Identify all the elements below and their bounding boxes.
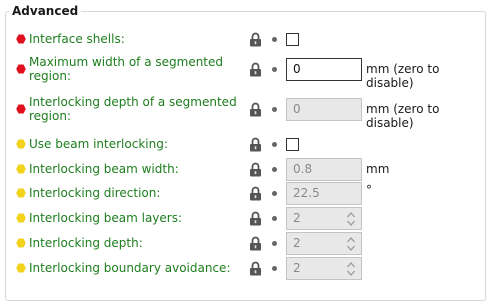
lock-icon[interactable] — [249, 211, 262, 226]
spin-input[interactable]: 2 — [286, 257, 362, 280]
reset-dot-icon[interactable] — [272, 67, 277, 72]
yellow-hexagon-icon — [16, 139, 26, 149]
reset-dot-icon[interactable] — [272, 142, 277, 147]
unit-label: mm (zero to disable) — [366, 62, 440, 90]
yellow-hexagon-icon — [16, 213, 26, 223]
reset-dot-icon[interactable] — [272, 107, 277, 112]
yellow-hexagon-icon — [16, 263, 26, 273]
spin-input[interactable]: 2 — [286, 232, 362, 255]
lock-icon[interactable] — [249, 137, 262, 152]
checkbox[interactable] — [286, 138, 299, 151]
setting-label: Interlocking direction: — [29, 186, 161, 200]
value-input[interactable]: 22.5 — [286, 182, 362, 205]
field-value: 2 — [293, 236, 301, 250]
field-value: 2 — [293, 261, 301, 275]
field-value: 22.5 — [293, 186, 320, 200]
setting-row: Interlocking boundary avoidance: 2 — [0, 256, 489, 282]
value-input[interactable]: 0 — [286, 98, 362, 121]
red-hexagon-icon — [16, 64, 26, 74]
setting-row: Interface shells: — [0, 27, 489, 53]
setting-row: Interlocking depth: 2 — [0, 231, 489, 257]
setting-row: Interlocking beam layers: 2 — [0, 206, 489, 232]
setting-label: Interlocking depth of a segmented region… — [29, 95, 237, 123]
yellow-hexagon-icon — [16, 238, 26, 248]
unit-label: ° — [366, 183, 372, 197]
reset-dot-icon[interactable] — [272, 191, 277, 196]
lock-icon[interactable] — [249, 102, 262, 117]
reset-dot-icon[interactable] — [272, 167, 277, 172]
reset-dot-icon[interactable] — [272, 37, 277, 42]
setting-row: Interlocking direction: 22.5 ° — [0, 181, 489, 207]
red-hexagon-icon — [16, 34, 26, 44]
lock-icon[interactable] — [249, 261, 262, 276]
field-value: 0 — [293, 102, 301, 116]
setting-label: Interlocking boundary avoidance: — [29, 261, 231, 275]
setting-label: Interlocking beam width: — [29, 162, 179, 176]
unit-label: mm — [366, 162, 390, 176]
setting-label: Interlocking depth: — [29, 236, 143, 250]
value-input[interactable]: 0.8 — [286, 158, 362, 181]
red-hexagon-icon — [16, 104, 26, 114]
setting-row: Interlocking beam width: 0.8 mm — [0, 157, 489, 183]
setting-label: Interlocking beam layers: — [29, 211, 183, 225]
reset-dot-icon[interactable] — [272, 216, 277, 221]
group-title: Advanced — [9, 4, 82, 18]
reset-dot-icon[interactable] — [272, 266, 277, 271]
lock-icon[interactable] — [249, 186, 262, 201]
value-input[interactable]: 0 — [286, 58, 362, 81]
lock-icon[interactable] — [249, 236, 262, 251]
setting-row: Interlocking depth of a segmented region… — [0, 95, 489, 130]
field-value: 2 — [293, 211, 301, 225]
setting-label: Maximum width of a segmented region: — [29, 55, 224, 83]
spin-arrows-icon[interactable] — [346, 235, 356, 253]
checkbox[interactable] — [286, 33, 299, 46]
spin-arrows-icon[interactable] — [346, 210, 356, 228]
field-value: 0.8 — [293, 162, 313, 176]
field-value: 0 — [293, 62, 301, 76]
yellow-hexagon-icon — [16, 188, 26, 198]
yellow-hexagon-icon — [16, 164, 26, 174]
lock-icon[interactable] — [249, 32, 262, 47]
spin-input[interactable]: 2 — [286, 207, 362, 230]
lock-icon[interactable] — [249, 62, 262, 77]
setting-row: Maximum width of a segmented region: 0 mm … — [0, 55, 489, 90]
reset-dot-icon[interactable] — [272, 241, 277, 246]
lock-icon[interactable] — [249, 162, 262, 177]
spin-arrows-icon[interactable] — [346, 260, 356, 278]
setting-label: Use beam interlocking: — [29, 137, 168, 151]
setting-row: Use beam interlocking: — [0, 132, 489, 158]
unit-label: mm (zero to disable) — [366, 102, 440, 130]
setting-label: Interface shells: — [29, 32, 125, 46]
